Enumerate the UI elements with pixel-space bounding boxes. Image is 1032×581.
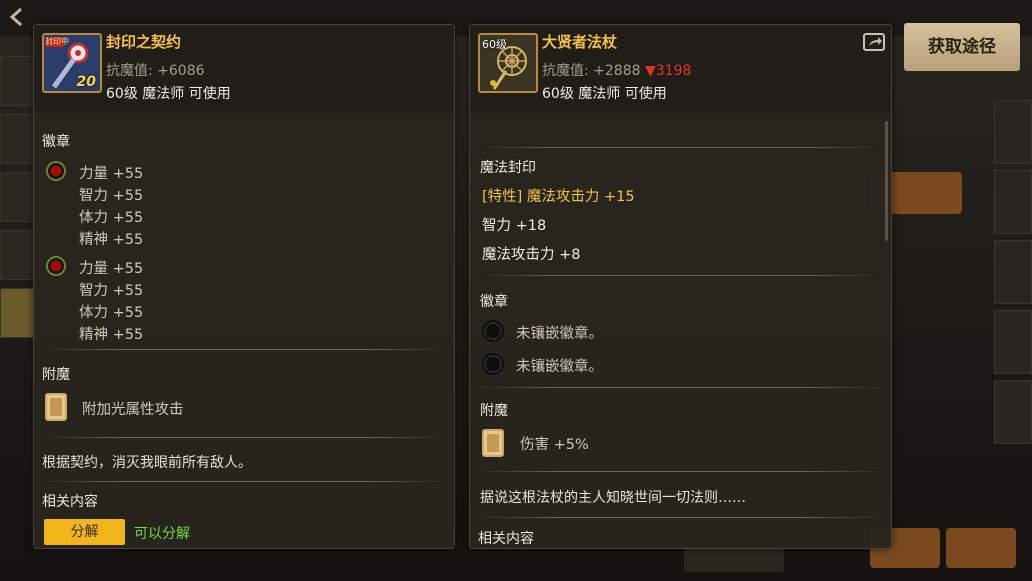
item-stat: 抗魔值: +6086 [106, 60, 205, 80]
inventory-slot[interactable] [994, 310, 1032, 374]
seal-trait: [特性] 魔法攻击力 +15 [482, 189, 635, 205]
flavor-text: 根据契约，消灭我眼前所有敌人。 [42, 455, 252, 471]
item-icon: 封印中 20 [42, 33, 102, 93]
item-name: 封印之契约 [106, 33, 182, 51]
divider [476, 147, 884, 148]
inventory-slot[interactable] [994, 240, 1032, 304]
divider [476, 471, 884, 472]
back-arrow-icon[interactable] [6, 6, 28, 28]
enchant-card-icon [482, 429, 504, 457]
bg-filter-dropdown [684, 548, 784, 572]
emblem-slot-text: 未镶嵌徽章。 [516, 326, 603, 342]
divider [40, 437, 448, 438]
empty-emblem-slot-icon [482, 353, 504, 375]
seal-stat: 智力 +18 [482, 218, 547, 234]
seal-section-title: 魔法封印 [480, 160, 536, 176]
red-emblem-icon [46, 161, 66, 181]
empty-emblem-slot-icon [482, 320, 504, 342]
stat-diff-down: ▼3198 [644, 63, 692, 79]
inventory-slot[interactable] [994, 100, 1032, 164]
item-name: 大贤者法杖 [542, 33, 618, 51]
item-icon-badge: 20 [76, 74, 96, 90]
divider [476, 275, 884, 276]
level-badge: 60级 [482, 38, 507, 51]
emblem-section-title: 徽章 [480, 294, 508, 310]
item-requirement: 60级 魔法师 可使用 [106, 86, 231, 102]
decompose-button[interactable]: 分解 [44, 519, 125, 545]
share-icon[interactable] [863, 33, 885, 51]
divider [476, 387, 884, 388]
stat-label: 抗魔值: [542, 63, 589, 79]
enchant-card-icon [45, 393, 67, 421]
flavor-text: 据说这根法杖的主人知晓世间一切法则…… [480, 490, 746, 506]
emblem-slot-text: 未镶嵌徽章。 [516, 359, 603, 375]
item-icon: 60级 [478, 33, 538, 93]
stat-value: +6086 [157, 63, 205, 79]
stat-value: +2888 [593, 63, 641, 79]
emblem-section-title: 徽章 [42, 134, 70, 150]
divider [476, 517, 884, 518]
side-tab[interactable] [0, 56, 36, 106]
item-tooltip-right: 60级 大贤者法杖 抗魔值: +2888 ▼3198 60级 魔法师 可使用 魔… [469, 24, 892, 549]
related-section-title: 相关内容 [478, 531, 534, 547]
emblem-stat: 精神 +55 [79, 232, 144, 248]
emblem-stat: 力量 +55 [79, 261, 144, 277]
emblem-stat: 智力 +55 [79, 283, 144, 299]
side-tab[interactable] [0, 230, 36, 280]
side-tab-active[interactable] [0, 288, 36, 338]
divider [40, 481, 448, 482]
related-section-title: 相关内容 [42, 494, 98, 510]
inventory-slot[interactable] [994, 380, 1032, 444]
emblem-stat: 力量 +55 [79, 166, 144, 182]
side-tab[interactable] [0, 114, 36, 164]
item-icon-tag: 封印中 [45, 37, 69, 46]
emblem-stat: 精神 +55 [79, 327, 144, 343]
emblem-stat: 智力 +55 [79, 188, 144, 204]
side-tab[interactable] [0, 172, 36, 222]
decompose-status: 可以分解 [134, 526, 190, 542]
divider [40, 349, 448, 350]
enchant-section-title: 附魔 [480, 403, 508, 419]
item-stat: 抗魔值: +2888 ▼3198 [542, 60, 691, 80]
inventory-slot[interactable] [994, 170, 1032, 234]
item-header: 60级 大贤者法杖 抗魔值: +2888 ▼3198 60级 魔法师 可使用 [470, 25, 891, 113]
item-header: 封印中 20 封印之契约 抗魔值: +6086 60级 魔法师 可使用 [34, 25, 454, 113]
emblem-stat: 体力 +55 [79, 210, 144, 226]
item-requirement: 60级 魔法师 可使用 [542, 86, 667, 102]
stat-label: 抗魔值: [106, 63, 153, 79]
item-tooltip-left: 封印中 20 封印之契约 抗魔值: +6086 60级 魔法师 可使用 徽章 力… [33, 24, 455, 549]
red-emblem-icon [46, 256, 66, 276]
seal-stat: 魔法攻击力 +8 [482, 247, 581, 263]
bg-decompose-button [946, 528, 1016, 568]
get-path-button[interactable]: 获取途径 [904, 23, 1020, 71]
scrollbar[interactable] [885, 121, 888, 241]
enchant-text: 附加光属性攻击 [82, 402, 184, 418]
enchant-section-title: 附魔 [42, 367, 70, 383]
enchant-text: 伤害 +5% [520, 437, 589, 453]
emblem-stat: 体力 +55 [79, 305, 144, 321]
